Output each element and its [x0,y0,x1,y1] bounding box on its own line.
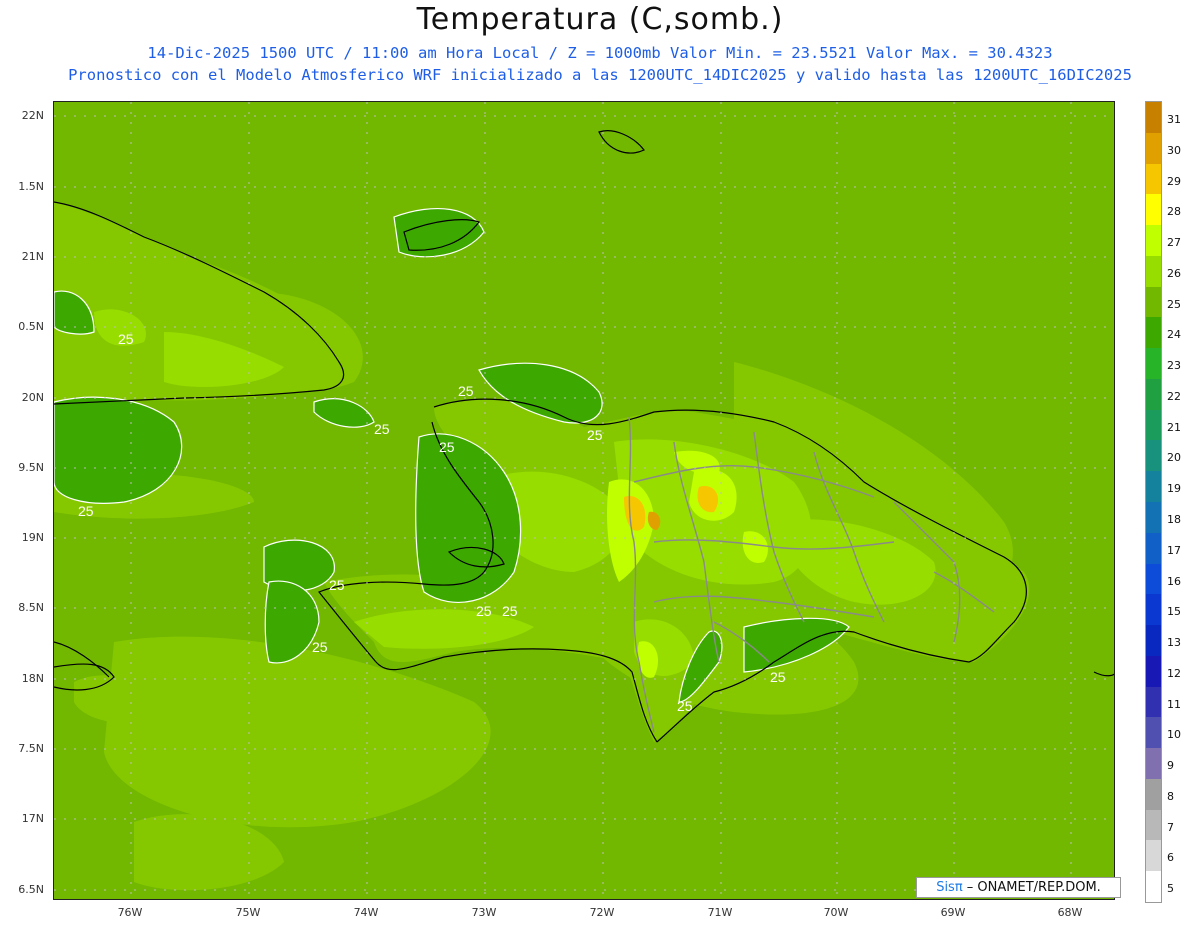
lat-label: 22N [21,109,44,122]
legend-swatch [1146,378,1161,411]
legend-swatch [1146,778,1161,811]
contour-label: 25 [312,639,328,655]
lat-label: 6.5N [18,883,44,896]
legend-swatch [1146,225,1161,257]
legend-swatch [1146,440,1161,472]
legend-label: 11 [1167,697,1181,711]
lon-label: 74W [353,906,379,919]
contour-label: 25 [502,603,518,619]
contour-label: 25 [329,577,345,593]
legend-label: 20 [1167,451,1181,465]
legend-label: 17 [1167,543,1181,557]
lat-label: 17N [21,812,44,825]
legend-label: 8 [1167,789,1174,803]
legend-label: 6 [1167,851,1174,865]
legend-swatch [1146,625,1161,657]
legend-label: 5 [1167,882,1174,896]
legend-swatch [1146,871,1161,903]
legend-label: 26 [1167,266,1181,280]
lat-label: 20N [21,391,44,404]
legend-label: 27 [1167,236,1181,250]
contour-label: 25 [374,421,390,437]
contour-label: 25 [677,698,693,714]
legend-label: 7 [1167,820,1174,834]
legend-label: 25 [1167,297,1181,311]
lat-label: 18N [21,672,44,685]
temperature-map-canvas: 25 25 25 25 25 25 25 25 25 25 25 25 [54,102,1114,899]
legend-swatch [1146,194,1161,226]
legend-swatch [1146,471,1161,503]
lon-label: 75W [235,906,261,919]
contour-label: 25 [770,669,786,685]
contour-label: 25 [587,427,603,443]
legend-swatch [1146,102,1161,134]
lon-label: 73W [471,906,497,919]
legend-label: 13 [1167,636,1181,650]
legend-swatch [1146,748,1161,780]
legend-label: 31 [1167,113,1181,126]
legend-swatch [1146,686,1161,718]
map-subtitle-model: Pronostico con el Modelo Atmosferico WRF… [68,66,1132,84]
color-scale-legend [1145,101,1162,903]
legend-label: 9 [1167,759,1174,773]
lon-label: 70W [823,906,849,919]
contour-label: 25 [78,503,94,519]
legend-label: 19 [1167,482,1181,496]
legend-swatch [1146,532,1161,565]
legend-swatch [1146,255,1161,288]
legend-label: 21 [1167,420,1181,434]
lat-label: 8.5N [18,601,44,614]
legend-swatch [1146,809,1161,841]
legend-swatch [1146,594,1161,626]
legend-swatch [1146,286,1161,318]
legend-label: 18 [1167,513,1181,526]
legend-swatch [1146,409,1161,441]
lat-label: 21N [21,250,44,263]
map-subtitle-date: 14-Dic-2025 1500 UTC / 11:00 am Hora Loc… [147,44,1053,62]
credit-box: Sisπ – ONAMET/REP.DOM. [916,877,1121,898]
legend-swatch [1146,563,1161,595]
legend-label: 12 [1167,666,1181,680]
legend-label: 15 [1167,605,1181,619]
contour-label: 25 [458,383,474,399]
contour-label: 25 [118,331,134,347]
credit-text: – ONAMET/REP.DOM. [962,880,1101,895]
contour-label: 25 [476,603,492,619]
legend-label: 22 [1167,389,1181,403]
legend-label: 23 [1167,359,1181,373]
legend-label: 24 [1167,328,1181,342]
legend-label: 29 [1167,174,1181,188]
legend-label: 16 [1167,574,1181,588]
sispi-logo-text: Sisπ [936,880,963,895]
legend-swatch [1146,317,1161,349]
lon-label: 72W [589,906,615,919]
lat-label: 7.5N [18,742,44,755]
legend-swatch [1146,348,1161,380]
lat-label: 19N [21,531,44,544]
lon-label: 71W [707,906,733,919]
temperature-map: 25 25 25 25 25 25 25 25 25 25 25 25 [53,101,1115,900]
legend-swatch [1146,655,1161,688]
lon-label: 76W [117,906,143,919]
lat-label: 9.5N [18,461,44,474]
map-title: Temperatura (C,somb.) [416,2,784,37]
legend-label: 10 [1167,728,1181,742]
lon-label: 68W [1057,906,1083,919]
legend-swatch [1146,163,1161,195]
legend-swatch [1146,717,1161,749]
legend-swatch [1146,502,1161,534]
legend-label: 28 [1167,205,1181,219]
lat-label: 0.5N [18,320,44,333]
legend-label: 30 [1167,143,1181,157]
legend-swatch [1146,132,1161,165]
lat-label: 1.5N [18,180,44,193]
lon-label: 69W [940,906,966,919]
legend-swatch [1146,840,1161,872]
contour-label: 25 [439,439,455,455]
